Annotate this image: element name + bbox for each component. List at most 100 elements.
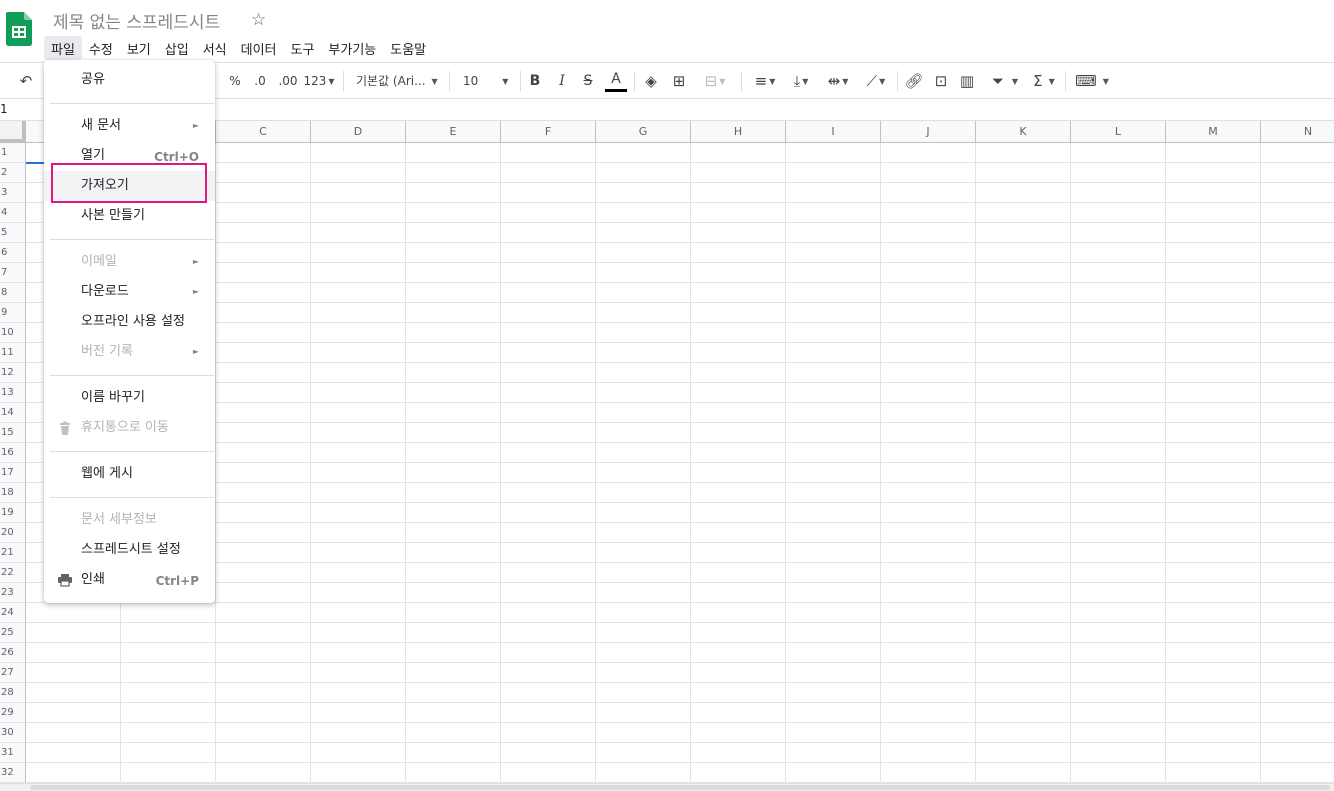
row-header[interactable]: 19 <box>0 503 26 523</box>
row-header[interactable]: 30 <box>0 723 26 743</box>
text-wrapping-icon[interactable]: ⇹ ▼ <box>822 70 854 92</box>
row-header[interactable]: 10 <box>0 323 26 343</box>
caret-down-icon: ▼ <box>1011 76 1019 86</box>
row-header[interactable]: 17 <box>0 463 26 483</box>
row-header[interactable]: 20 <box>0 523 26 543</box>
row-header[interactable]: 26 <box>0 643 26 663</box>
insert-comment-icon[interactable]: ⊡ <box>931 70 951 92</box>
column-header[interactable]: J <box>881 121 976 143</box>
menu-item-print[interactable]: 인쇄 Ctrl+P <box>44 565 215 595</box>
row-header[interactable]: 7 <box>0 263 26 283</box>
column-header[interactable]: K <box>976 121 1071 143</box>
strikethrough-button[interactable]: S <box>581 70 595 92</box>
column-header[interactable]: L <box>1071 121 1166 143</box>
column-header[interactable]: G <box>596 121 691 143</box>
column-header[interactable]: M <box>1166 121 1261 143</box>
font-size-dropdown[interactable]: 10 ▼ <box>463 70 513 92</box>
row-header[interactable]: 4 <box>0 203 26 223</box>
text-color-button[interactable]: A <box>605 70 627 92</box>
select-all-corner[interactable] <box>0 121 26 143</box>
column-header[interactable]: F <box>501 121 596 143</box>
column-header[interactable]: H <box>691 121 786 143</box>
row-header[interactable]: 32 <box>0 763 26 783</box>
document-title[interactable]: 제목 없는 스프레드시트 <box>53 8 220 33</box>
menu-item-new[interactable]: 새 문서 ► <box>44 111 215 141</box>
menu-item-settings[interactable]: 스프레드시트 설정 <box>44 535 215 565</box>
borders-icon[interactable]: ⊞ <box>670 70 688 92</box>
percent-format-button[interactable]: % <box>228 70 242 92</box>
row-header[interactable]: 2 <box>0 163 26 183</box>
row-header[interactable]: 18 <box>0 483 26 503</box>
column-header[interactable]: E <box>406 121 501 143</box>
increase-decimal-button[interactable]: .00 <box>276 70 300 92</box>
row-header[interactable]: 29 <box>0 703 26 723</box>
menu-item-label: 스프레드시트 설정 <box>81 542 181 557</box>
menu-item-download[interactable]: 다운로드 ► <box>44 277 215 307</box>
input-tools-icon[interactable]: ⌨ ▼ <box>1074 70 1110 92</box>
row-header[interactable]: 16 <box>0 443 26 463</box>
insert-chart-icon[interactable]: ▥ <box>957 70 977 92</box>
row-header[interactable]: 11 <box>0 343 26 363</box>
row-header[interactable]: 24 <box>0 603 26 623</box>
menu-data[interactable]: 데이터 <box>234 36 284 60</box>
menu-item-version-history[interactable]: 버전 기록 ► <box>44 337 215 367</box>
number-format-dropdown[interactable]: 123 ▼ <box>303 70 335 92</box>
row-header[interactable]: 31 <box>0 743 26 763</box>
menu-item-doc-details[interactable]: 문서 세부정보 <box>44 505 215 535</box>
menu-edit[interactable]: 수정 <box>82 36 120 60</box>
menu-item-rename[interactable]: 이름 바꾸기 <box>44 383 215 413</box>
row-header[interactable]: 8 <box>0 283 26 303</box>
vertical-align-icon[interactable]: ⤓ ▼ <box>786 70 816 92</box>
row-header[interactable]: 5 <box>0 223 26 243</box>
menu-item-offline[interactable]: 오프라인 사용 설정 <box>44 307 215 337</box>
row-header[interactable]: 23 <box>0 583 26 603</box>
sheets-logo-icon[interactable] <box>6 12 32 46</box>
menu-format[interactable]: 서식 <box>196 36 234 60</box>
column-header[interactable]: C <box>216 121 311 143</box>
menu-item-move-to-trash[interactable]: 휴지통으로 이동 <box>44 413 215 443</box>
cell-reference-box[interactable]: 1 <box>0 102 8 116</box>
menu-item-publish[interactable]: 웹에 게시 <box>44 459 215 489</box>
row-header[interactable]: 12 <box>0 363 26 383</box>
scrollbar-thumb[interactable] <box>30 785 1330 790</box>
horizontal-align-icon[interactable]: ≡ ▼ <box>750 70 780 92</box>
bold-button[interactable]: B <box>528 70 542 92</box>
caret-down-icon: ▼ <box>719 76 726 86</box>
row-header[interactable]: 1 <box>0 143 26 163</box>
row-header[interactable]: 13 <box>0 383 26 403</box>
italic-button[interactable]: I <box>555 70 569 92</box>
row-header[interactable]: 9 <box>0 303 26 323</box>
row-header[interactable]: 15 <box>0 423 26 443</box>
menu-item-share[interactable]: 공유 <box>44 65 215 95</box>
menu-tools[interactable]: 도구 <box>284 36 322 60</box>
font-family-dropdown[interactable]: 기본값 (Ari... ▼ <box>356 70 442 92</box>
menu-file[interactable]: 파일 <box>44 36 82 60</box>
row-header[interactable]: 3 <box>0 183 26 203</box>
functions-icon[interactable]: Σ ▼ <box>1028 70 1060 92</box>
menu-view[interactable]: 보기 <box>120 36 158 60</box>
row-header[interactable]: 28 <box>0 683 26 703</box>
menu-item-email[interactable]: 이메일 ► <box>44 247 215 277</box>
fill-color-icon[interactable]: ◈ <box>642 70 660 92</box>
merge-cells-icon[interactable]: ⊟ ▼ <box>698 70 732 92</box>
menu-item-make-copy[interactable]: 사본 만들기 <box>44 201 215 231</box>
row-header[interactable]: 27 <box>0 663 26 683</box>
row-header[interactable]: 22 <box>0 563 26 583</box>
row-header[interactable]: 14 <box>0 403 26 423</box>
column-header[interactable]: I <box>786 121 881 143</box>
menu-item-label: 버전 기록 <box>81 344 133 359</box>
filter-icon[interactable]: ⏷ ▼ <box>985 70 1025 92</box>
decrease-decimal-button[interactable]: .0 <box>250 70 270 92</box>
text-rotation-icon[interactable]: ⟋ ▼ <box>860 70 892 92</box>
menu-help[interactable]: 도움말 <box>383 36 433 60</box>
column-header[interactable]: N <box>1261 121 1334 143</box>
undo-icon[interactable]: ↶ <box>16 70 36 92</box>
insert-link-icon[interactable]: 🔗︎ <box>904 70 924 92</box>
menu-addons[interactable]: 부가기능 <box>321 36 383 60</box>
star-icon[interactable]: ☆ <box>251 10 266 30</box>
row-header[interactable]: 6 <box>0 243 26 263</box>
column-header[interactable]: D <box>311 121 406 143</box>
row-header[interactable]: 21 <box>0 543 26 563</box>
menu-insert[interactable]: 삽입 <box>158 36 196 60</box>
row-header[interactable]: 25 <box>0 623 26 643</box>
